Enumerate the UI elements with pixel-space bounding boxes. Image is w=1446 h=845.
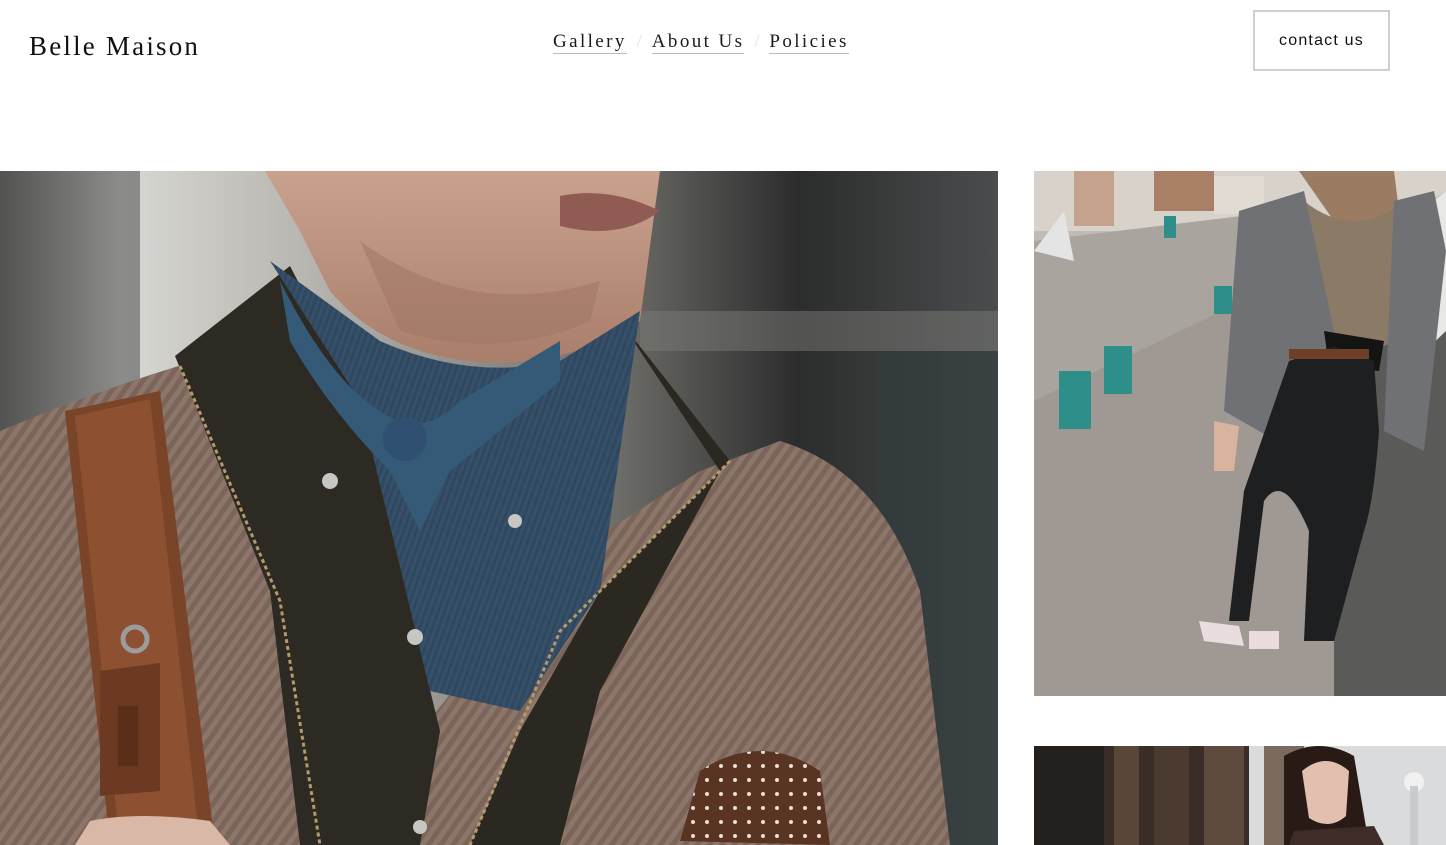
nav-link-gallery[interactable]: Gallery — [553, 31, 627, 54]
nav-separator: / — [754, 31, 760, 51]
gallery-photo-woman-portrait[interactable] — [1034, 746, 1446, 845]
photo-man-scarf-image — [0, 171, 998, 845]
gallery-photo-woman-street[interactable] — [1034, 171, 1446, 696]
gallery-photo-man-scarf[interactable] — [0, 171, 998, 845]
nav-link-about-us[interactable]: About Us — [651, 31, 745, 54]
photo-woman-portrait-image — [1034, 746, 1446, 845]
site-header: Belle Maison Gallery / About Us / Polici… — [0, 0, 1446, 100]
nav-link-policies[interactable]: Policies — [769, 31, 849, 54]
main-nav: Gallery / About Us / Policies — [553, 31, 849, 54]
contact-us-button[interactable]: contact us — [1253, 10, 1390, 71]
nav-separator: / — [636, 31, 642, 51]
brand-logo-link[interactable]: Belle Maison — [29, 31, 200, 62]
photo-woman-street-image — [1034, 171, 1446, 696]
